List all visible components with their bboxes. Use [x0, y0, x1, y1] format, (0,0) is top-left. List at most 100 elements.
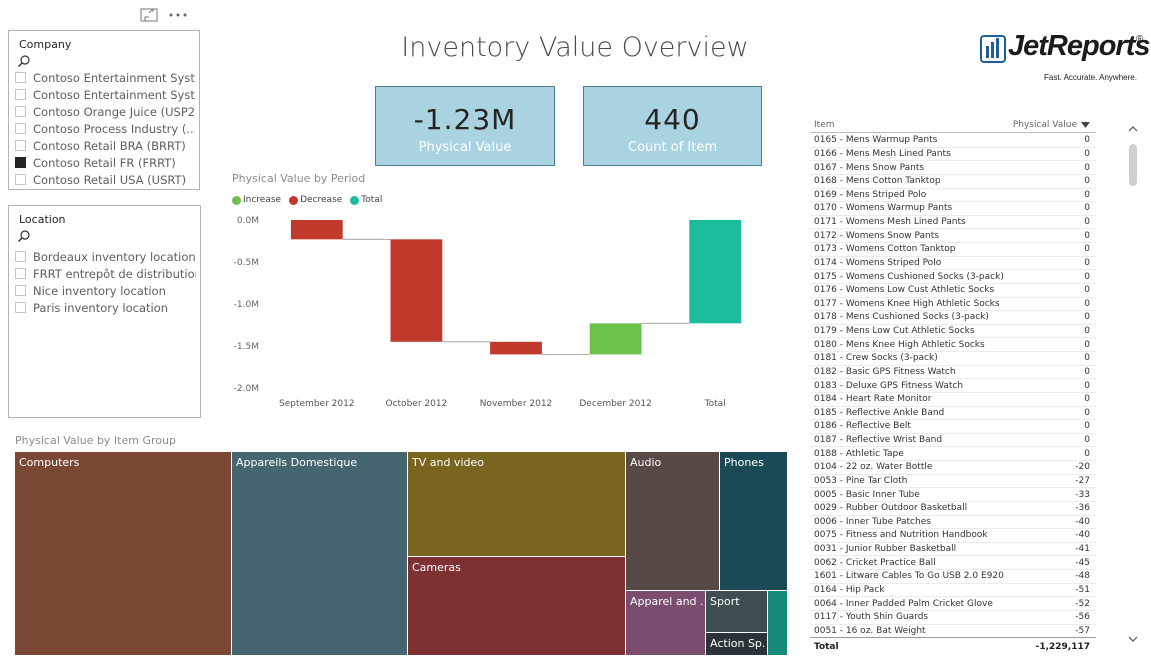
table-row[interactable]: 0064 - Inner Padded Palm Cricket Glove -5…: [810, 597, 1096, 611]
checkbox[interactable]: [15, 268, 26, 279]
search-icon[interactable]: [17, 229, 31, 243]
treemap-cell-label: Computers: [19, 456, 80, 469]
checkbox[interactable]: [15, 302, 26, 313]
table-row[interactable]: 0187 - Reflective Wrist Band 0: [810, 434, 1096, 448]
table-scrollbar[interactable]: [1127, 120, 1139, 650]
table-row[interactable]: 0178 - Mens Cushioned Socks (3-pack) 0: [810, 311, 1096, 325]
table-row[interactable]: 0053 - Pine Tar Cloth -27: [810, 475, 1096, 489]
kpi-label: Physical Value: [418, 140, 512, 155]
table-row[interactable]: 0165 - Mens Warmup Pants 0: [810, 134, 1096, 148]
items-table: Item Physical Value 0165 - Mens Warmup P…: [810, 117, 1096, 655]
waterfall-bar[interactable]: [689, 220, 742, 324]
location-slicer-item[interactable]: Nice inventory location: [15, 282, 196, 299]
checkbox[interactable]: [15, 106, 26, 117]
cell-item: 0178 - Mens Cushioned Socks (3-pack): [814, 312, 989, 323]
kpi-card-physical-value: -1.23M Physical Value: [375, 86, 555, 166]
table-row[interactable]: 0182 - Basic GPS Fitness Watch 0: [810, 366, 1096, 380]
checkbox[interactable]: [15, 251, 26, 262]
table-row[interactable]: 0177 - Womens Knee High Athletic Socks 0: [810, 298, 1096, 312]
logo-tagline: Fast. Accurate. Anywhere.: [1044, 73, 1137, 82]
treemap-cell[interactable]: Phones: [720, 452, 788, 591]
checkbox[interactable]: [15, 72, 26, 83]
waterfall-bar[interactable]: [490, 341, 542, 355]
table-row[interactable]: 0062 - Cricket Practice Ball -45: [810, 556, 1096, 570]
focus-mode-icon[interactable]: [140, 8, 158, 22]
cell-item: 0031 - Junior Rubber Basketball: [814, 544, 957, 555]
location-slicer-item[interactable]: Bordeaux inventory location: [15, 248, 196, 265]
table-row[interactable]: 0176 - Womens Low Cust Athletic Socks 0: [810, 284, 1096, 298]
treemap-cell[interactable]: Sport: [706, 591, 768, 633]
cell-item: 0053 - Pine Tar Cloth: [814, 475, 908, 486]
table-row[interactable]: 0181 - Crew Socks (3-pack) 0: [810, 352, 1096, 366]
table-row[interactable]: 0168 - Mens Cotton Tanktop 0: [810, 175, 1096, 189]
company-slicer-item[interactable]: Contoso Entertainment Syst...: [15, 69, 195, 86]
company-slicer-item[interactable]: Contoso Orange Juice (USP2): [15, 103, 195, 120]
table-row[interactable]: 0075 - Fitness and Nutrition Handbook -40: [810, 529, 1096, 543]
treemap-cell-label: Phones: [724, 456, 764, 469]
scroll-thumb[interactable]: [1129, 144, 1137, 186]
table-row[interactable]: 0179 - Mens Low Cut Athletic Socks 0: [810, 325, 1096, 339]
waterfall-bar[interactable]: [290, 220, 343, 240]
table-row[interactable]: 0166 - Mens Mesh Lined Pants 0: [810, 148, 1096, 162]
table-row[interactable]: 0005 - Basic Inner Tube -33: [810, 488, 1096, 502]
table-row[interactable]: 0180 - Mens Knee High Athletic Socks 0: [810, 338, 1096, 352]
column-header-physical-value-label: Physical Value: [1012, 119, 1077, 130]
table-row[interactable]: 0174 - Womens Striped Polo 0: [810, 257, 1096, 271]
table-row[interactable]: 0183 - Deluxe GPS Fitness Watch 0: [810, 379, 1096, 393]
chart-legend: Increase Decrease Total: [232, 195, 382, 205]
checkbox[interactable]: [15, 123, 26, 134]
table-row[interactable]: 1601 - Litware Cables To Go USB 2.0 E920…: [810, 570, 1096, 584]
scroll-up-icon[interactable]: [1127, 124, 1139, 134]
sort-descending-icon[interactable]: [1081, 121, 1090, 128]
scroll-down-icon[interactable]: [1127, 634, 1139, 644]
table-row[interactable]: 0172 - Womens Snow Pants 0: [810, 229, 1096, 243]
table-row[interactable]: 0173 - Womens Cotton Tanktop 0: [810, 243, 1096, 257]
table-row[interactable]: 0171 - Womens Mesh Lined Pants 0: [810, 216, 1096, 230]
location-slicer-item-label: Bordeaux inventory location: [33, 249, 196, 264]
table-row[interactable]: 0117 - Youth Shin Guards -56: [810, 611, 1096, 625]
table-row[interactable]: 0167 - Mens Snow Pants 0: [810, 161, 1096, 175]
table-row[interactable]: 0175 - Womens Cushioned Socks (3-pack) 0: [810, 270, 1096, 284]
table-row[interactable]: 0029 - Rubber Outdoor Basketball -36: [810, 502, 1096, 516]
table-row[interactable]: 0104 - 22 oz. Water Bottle -20: [810, 461, 1096, 475]
table-row[interactable]: 0188 - Athletic Tape 0: [810, 447, 1096, 461]
treemap-cell[interactable]: [768, 591, 788, 656]
checkbox[interactable]: [15, 157, 26, 168]
treemap-cell[interactable]: Cameras: [408, 557, 626, 656]
table-row[interactable]: 0170 - Womens Warmup Pants 0: [810, 202, 1096, 216]
table-row[interactable]: 0186 - Reflective Belt 0: [810, 420, 1096, 434]
checkbox[interactable]: [15, 285, 26, 296]
treemap-cell[interactable]: Apparel and ...: [626, 591, 706, 656]
waterfall-bar[interactable]: [390, 239, 443, 342]
company-slicer-item[interactable]: Contoso Retail USA (USRT): [15, 171, 195, 188]
treemap-cell[interactable]: Appareils Domestique: [232, 452, 408, 656]
company-slicer-item[interactable]: Contoso Retail BRA (BRRT): [15, 137, 195, 154]
treemap-cell[interactable]: TV and video: [408, 452, 626, 557]
more-options-icon[interactable]: [168, 12, 188, 18]
table-row[interactable]: 0164 - Hip Pack -51: [810, 584, 1096, 598]
location-slicer-item[interactable]: Paris inventory location: [15, 299, 196, 316]
treemap-cell[interactable]: Audio: [626, 452, 720, 591]
cell-physical-value: 0: [1084, 326, 1090, 337]
treemap-cell[interactable]: Action Sp...: [706, 633, 768, 656]
company-slicer-item[interactable]: Contoso Process Industry (...: [15, 120, 195, 137]
cell-item: 0117 - Youth Shin Guards: [814, 612, 929, 623]
company-slicer-item[interactable]: Contoso Entertainment Syst...: [15, 86, 195, 103]
total-value: -1,229,117: [1035, 641, 1090, 652]
waterfall-bar[interactable]: [589, 323, 642, 355]
company-slicer-list: Contoso Entertainment Syst... Contoso Ent…: [15, 69, 195, 188]
company-slicer-item[interactable]: Contoso Retail FR (FRRT): [15, 154, 195, 171]
table-row[interactable]: 0169 - Mens Striped Polo 0: [810, 189, 1096, 203]
table-row[interactable]: 0031 - Junior Rubber Basketball -41: [810, 543, 1096, 557]
column-header-item[interactable]: Item: [810, 120, 1006, 130]
treemap-cell[interactable]: Computers: [15, 452, 232, 656]
search-icon[interactable]: [17, 54, 31, 68]
checkbox[interactable]: [15, 89, 26, 100]
checkbox[interactable]: [15, 140, 26, 151]
table-row[interactable]: 0185 - Reflective Ankle Band 0: [810, 407, 1096, 421]
column-header-physical-value[interactable]: Physical Value: [1006, 120, 1096, 130]
checkbox[interactable]: [15, 174, 26, 185]
table-row[interactable]: 0006 - Inner Tube Patches -40: [810, 516, 1096, 530]
location-slicer-item[interactable]: FRRT entrepôt de distribution: [15, 265, 196, 282]
table-row[interactable]: 0184 - Heart Rate Monitor 0: [810, 393, 1096, 407]
